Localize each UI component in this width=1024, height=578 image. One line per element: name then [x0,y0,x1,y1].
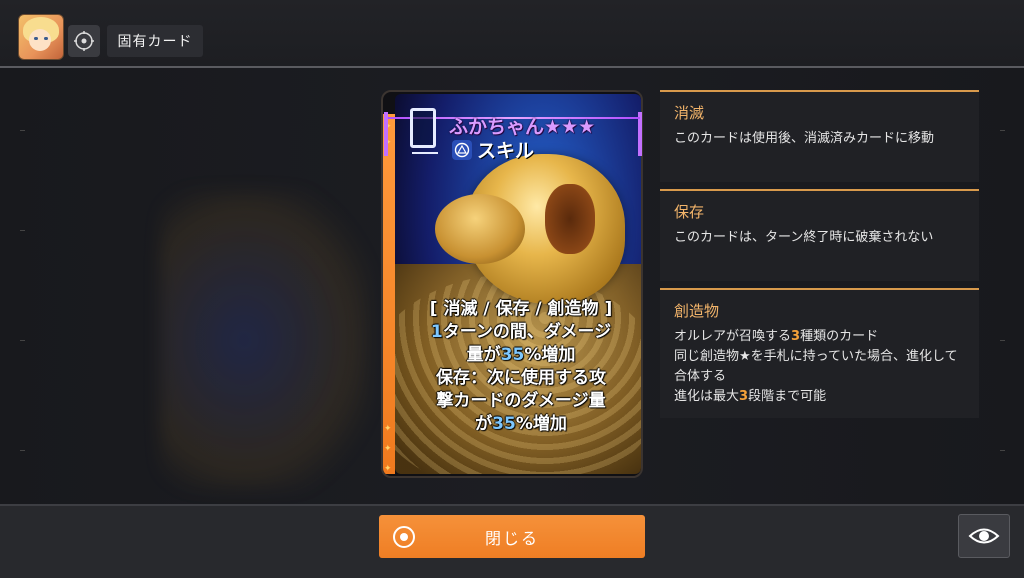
card-number: 35 [500,345,525,365]
keyword-text-part: オルレアが召喚する [674,329,792,344]
card-desc-text: 量が [466,345,501,365]
card-cost-bar [412,152,438,154]
hud-tick [20,230,25,231]
card-number: 35 [492,414,516,434]
keyword-text-part: 種類のカード [800,329,879,344]
blurred-card-background [160,190,370,490]
keyword-title: 保存 [674,203,705,221]
card-number: 1 [430,322,443,342]
target-icon-button[interactable] [68,25,100,57]
keyword-title: 消滅 [674,104,705,122]
keyword-panel-vanish: 消滅 このカードは使用後、消滅済みカードに移動 [660,90,979,182]
skill-icon [454,142,470,158]
card-type: スキル [477,140,535,162]
keyword-text-part: 進化は最大 [674,389,740,404]
card-desc-text: 撃カードのダメージ量 [436,391,606,411]
keyword-text-part: 同じ創造物★を手札に持っていた場合、進化して合体する [674,349,958,384]
hud-tick [1000,130,1005,131]
hud-tick [1000,340,1005,341]
close-button-label: 閉じる [484,528,539,548]
keyword-text: オルレアが召喚する3種類のカード 同じ創造物★を手札に持っていた場合、進化して合… [674,327,965,407]
card-tags: [ 消滅 / 保存 / 創造物 ] [429,299,613,319]
hud-tick [20,450,25,451]
keyword-text-part: 段階まで可能 [748,389,827,404]
hud-tick [1000,450,1005,451]
keyword-number: 3 [739,389,749,404]
card-rarity-strip: ✦ ✦ ✦ ✦ ✦ [383,114,395,474]
skill-type-badge [452,140,472,160]
view-toggle-button[interactable] [958,514,1010,558]
card-desc-text: %増加 [524,345,576,365]
card-desc-text: 保存：次に使用する攻 [436,368,606,388]
page-title: 固有カード [107,25,203,57]
keyword-panel-creation: 創造物 オルレアが召喚する3種類のカード 同じ創造物★を手札に持っていた場合、進… [660,288,979,418]
hud-tick [20,340,25,341]
keyword-text: このカードは使用後、消滅済みカードに移動 [674,131,935,146]
keyword-text: このカードは、ターン終了時に破棄されない [674,230,934,245]
card-desc-text: ターンの間、ダメージ [442,322,612,342]
hud-tick [20,130,25,131]
keyword-title: 創造物 [674,302,720,320]
card-name: ふかちゃん★★★ [449,116,596,138]
circle-icon [393,526,415,548]
character-avatar[interactable] [18,14,64,60]
card-desc-text: が [475,414,493,434]
keyword-number: 3 [791,329,801,344]
card-description: [ 消滅 / 保存 / 創造物 ] 1ターンの間、ダメージ 量が35%増加 保存… [405,298,637,436]
eye-icon [968,528,1000,544]
close-button[interactable]: 閉じる [379,515,645,558]
target-icon [74,31,94,51]
keyword-panel-keep: 保存 このカードは、ターン終了時に破棄されない [660,189,979,281]
card-desc-text: %増加 [515,414,567,434]
